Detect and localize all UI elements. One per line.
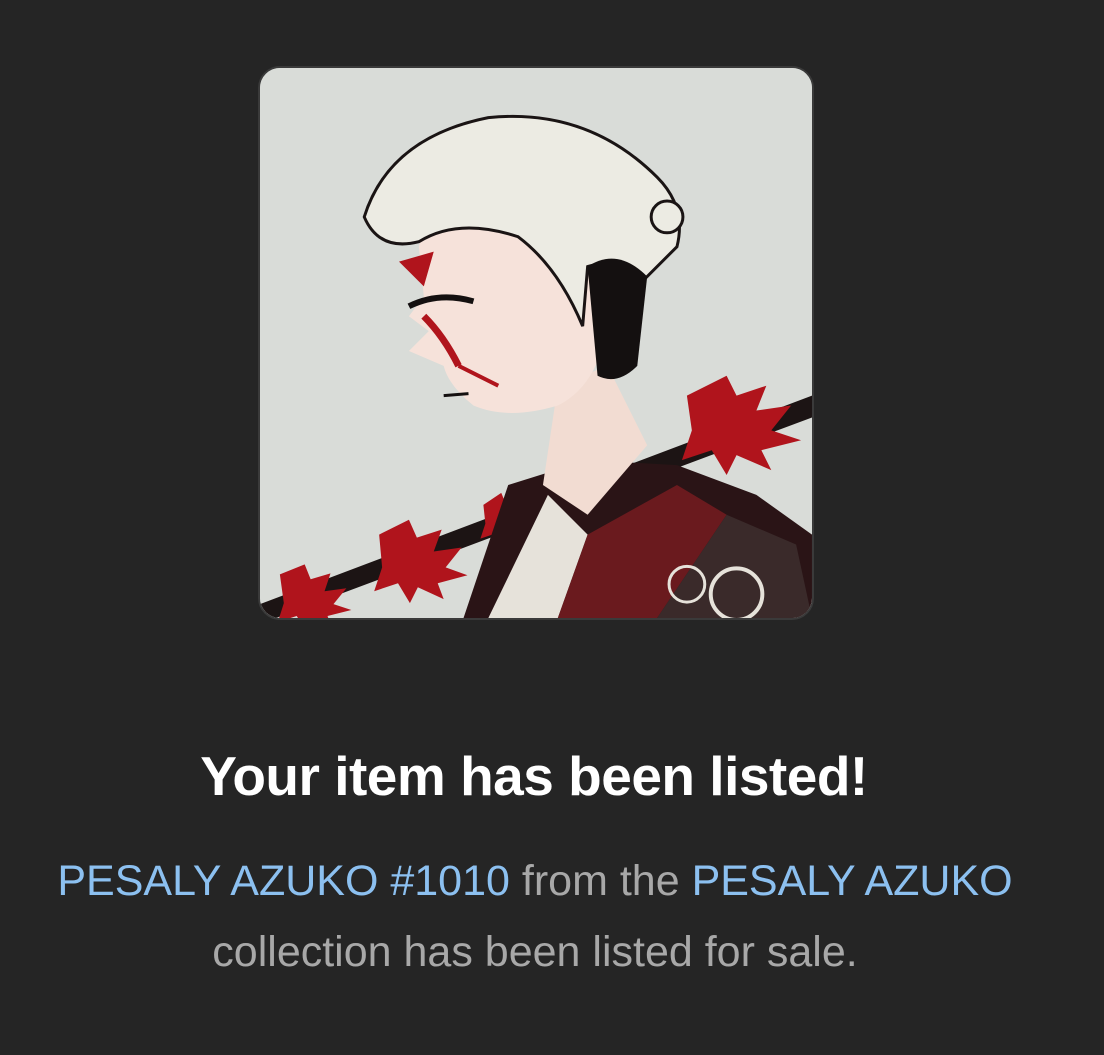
item-name-link[interactable]: PESALY AZUKO #1010 [57, 857, 510, 905]
nft-image [258, 66, 814, 620]
collection-name-link[interactable]: PESALY AZUKO [692, 857, 1013, 905]
listed-for-sale-text: collection has been listed for sale. [212, 928, 858, 976]
samurai-artwork [260, 68, 812, 618]
listing-description: PESALY AZUKO #1010 from the PESALY AZUKO… [40, 846, 1030, 988]
from-the-text: from the [509, 857, 692, 905]
listing-success-title: Your item has been listed! [200, 745, 868, 807]
